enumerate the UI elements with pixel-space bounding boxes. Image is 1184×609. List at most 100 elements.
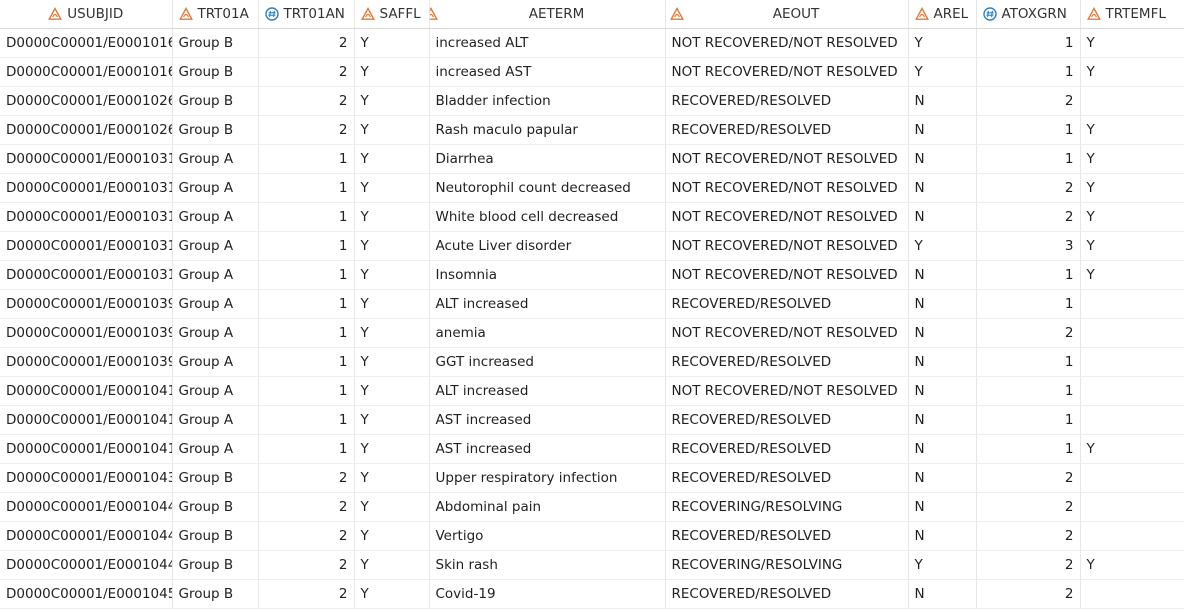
cell-trtemfl[interactable] (1080, 492, 1184, 522)
table-row[interactable]: D0000C00001/E0001045 Group B 2 Y Covid-19 REC… (0, 579, 1184, 609)
cell-trt01a[interactable]: Group A (172, 289, 259, 319)
cell-trtemfl[interactable]: Y (1080, 144, 1184, 174)
cell-trt01a[interactable]: Group A (172, 231, 259, 261)
cell-trt01an[interactable]: 2 (258, 521, 355, 551)
cell-saffl[interactable]: Y (354, 434, 430, 464)
table-row[interactable]: D0000C00001/E0001041 Group A 1 Y ALT increas… (0, 376, 1184, 406)
table-row[interactable]: D0000C00001/E0001016 Group B 2 Yincreased A… (0, 57, 1184, 87)
cell-saffl[interactable]: Y (354, 260, 430, 290)
cell-aeterm[interactable]: Covid-19 (429, 579, 666, 609)
cell-trt01an[interactable]: 1 (258, 318, 355, 348)
cell-aeout[interactable]: NOT RECOVERED/NOT RESOLVED (665, 376, 909, 406)
cell-aeout[interactable]: RECOVERED/RESOLVED (665, 521, 909, 551)
cell-atoxgrn[interactable]: 2 (976, 579, 1081, 609)
cell-aeterm[interactable]: anemia (429, 318, 666, 348)
cell-trtemfl[interactable]: Y (1080, 550, 1184, 580)
table-row[interactable]: D0000C00001/E0001044 Group B 2 Y Skin rash RE… (0, 550, 1184, 580)
table-row[interactable]: D0000C00001/E0001039 Group A 1 Y GGT increas… (0, 347, 1184, 377)
cell-trt01an[interactable]: 2 (258, 550, 355, 580)
cell-trt01a[interactable]: Group A (172, 434, 259, 464)
cell-saffl[interactable]: Y (354, 347, 430, 377)
cell-usubjid[interactable]: D0000C00001/E0001044 (0, 492, 173, 522)
cell-trt01an[interactable]: 1 (258, 173, 355, 203)
cell-aeout[interactable]: RECOVERING/RESOLVING (665, 492, 909, 522)
cell-trt01an[interactable]: 2 (258, 28, 355, 58)
cell-aeout[interactable]: RECOVERED/RESOLVED (665, 347, 909, 377)
column-header-usubjid[interactable]: USUBJID (0, 0, 173, 29)
cell-aeterm[interactable]: Neutorophil count decreased (429, 173, 666, 203)
cell-trt01an[interactable]: 2 (258, 57, 355, 87)
cell-arel[interactable]: N (908, 579, 977, 609)
cell-aeterm[interactable]: Diarrhea (429, 144, 666, 174)
cell-aeterm[interactable]: Acute Liver disorder (429, 231, 666, 261)
cell-aeout[interactable]: RECOVERED/RESOLVED (665, 463, 909, 493)
cell-aeout[interactable]: RECOVERED/RESOLVED (665, 115, 909, 145)
table-row[interactable]: D0000C00001/E0001039 Group A 1 Y ALT increas… (0, 289, 1184, 319)
cell-saffl[interactable]: Y (354, 28, 430, 58)
cell-trt01a[interactable]: Group B (172, 521, 259, 551)
cell-atoxgrn[interactable]: 2 (976, 521, 1081, 551)
cell-usubjid[interactable]: D0000C00001/E0001031 (0, 144, 173, 174)
cell-trt01a[interactable]: Group B (172, 550, 259, 580)
cell-aeout[interactable]: NOT RECOVERED/NOT RESOLVED (665, 57, 909, 87)
cell-arel[interactable]: N (908, 202, 977, 232)
cell-usubjid[interactable]: D0000C00001/E0001016 (0, 28, 173, 58)
cell-trtemfl[interactable]: Y (1080, 115, 1184, 145)
cell-arel[interactable]: N (908, 115, 977, 145)
cell-arel[interactable]: N (908, 260, 977, 290)
table-row[interactable]: D0000C00001/E0001016 Group B 2 Yincreased A… (0, 28, 1184, 58)
cell-arel[interactable]: Y (908, 28, 977, 58)
cell-trt01a[interactable]: Group A (172, 144, 259, 174)
cell-atoxgrn[interactable]: 1 (976, 289, 1081, 319)
cell-usubjid[interactable]: D0000C00001/E0001016 (0, 57, 173, 87)
cell-usubjid[interactable]: D0000C00001/E0001039 (0, 289, 173, 319)
cell-aeterm[interactable]: White blood cell decreased (429, 202, 666, 232)
cell-saffl[interactable]: Y (354, 86, 430, 116)
cell-usubjid[interactable]: D0000C00001/E0001039 (0, 347, 173, 377)
cell-usubjid[interactable]: D0000C00001/E0001041 (0, 405, 173, 435)
cell-usubjid[interactable]: D0000C00001/E0001026 (0, 86, 173, 116)
cell-atoxgrn[interactable]: 1 (976, 405, 1081, 435)
cell-aeout[interactable]: NOT RECOVERED/NOT RESOLVED (665, 173, 909, 203)
cell-aeterm[interactable]: increased ALT (429, 28, 666, 58)
cell-arel[interactable]: N (908, 492, 977, 522)
cell-aeout[interactable]: RECOVERED/RESOLVED (665, 405, 909, 435)
cell-usubjid[interactable]: D0000C00001/E0001031 (0, 260, 173, 290)
cell-atoxgrn[interactable]: 1 (976, 434, 1081, 464)
cell-trt01a[interactable]: Group B (172, 492, 259, 522)
cell-trt01an[interactable]: 1 (258, 405, 355, 435)
cell-atoxgrn[interactable]: 2 (976, 463, 1081, 493)
cell-saffl[interactable]: Y (354, 405, 430, 435)
cell-trt01an[interactable]: 1 (258, 376, 355, 406)
cell-trt01an[interactable]: 1 (258, 434, 355, 464)
cell-trt01a[interactable]: Group A (172, 173, 259, 203)
cell-aeout[interactable]: RECOVERED/RESOLVED (665, 289, 909, 319)
cell-aeterm[interactable]: Skin rash (429, 550, 666, 580)
cell-trt01an[interactable]: 1 (258, 347, 355, 377)
cell-arel[interactable]: N (908, 463, 977, 493)
cell-arel[interactable]: N (908, 405, 977, 435)
column-header-trt01a[interactable]: TRT01A (172, 0, 259, 29)
cell-atoxgrn[interactable]: 2 (976, 173, 1081, 203)
cell-trtemfl[interactable]: Y (1080, 260, 1184, 290)
cell-aeterm[interactable]: Rash maculo papular (429, 115, 666, 145)
cell-usubjid[interactable]: D0000C00001/E0001039 (0, 318, 173, 348)
cell-atoxgrn[interactable]: 1 (976, 347, 1081, 377)
column-header-atoxgrn[interactable]: ATOXGRN (976, 0, 1081, 29)
cell-aeout[interactable]: NOT RECOVERED/NOT RESOLVED (665, 318, 909, 348)
cell-arel[interactable]: N (908, 144, 977, 174)
table-row[interactable]: D0000C00001/E0001026 Group B 2 Y Rash maculo… (0, 115, 1184, 145)
cell-usubjid[interactable]: D0000C00001/E0001031 (0, 173, 173, 203)
table-row[interactable]: D0000C00001/E0001041 Group A 1 Y AST increas… (0, 405, 1184, 435)
cell-usubjid[interactable]: D0000C00001/E0001026 (0, 115, 173, 145)
cell-saffl[interactable]: Y (354, 550, 430, 580)
cell-usubjid[interactable]: D0000C00001/E0001031 (0, 231, 173, 261)
cell-usubjid[interactable]: D0000C00001/E0001041 (0, 376, 173, 406)
cell-aeterm[interactable]: GGT increased (429, 347, 666, 377)
cell-trt01a[interactable]: Group A (172, 202, 259, 232)
table-row[interactable]: D0000C00001/E0001031 Group A 1 Y White blood… (0, 202, 1184, 232)
cell-usubjid[interactable]: D0000C00001/E0001044 (0, 521, 173, 551)
cell-trtemfl[interactable]: Y (1080, 57, 1184, 87)
cell-saffl[interactable]: Y (354, 376, 430, 406)
column-header-trtemfl[interactable]: TRTEMFL (1080, 0, 1184, 29)
